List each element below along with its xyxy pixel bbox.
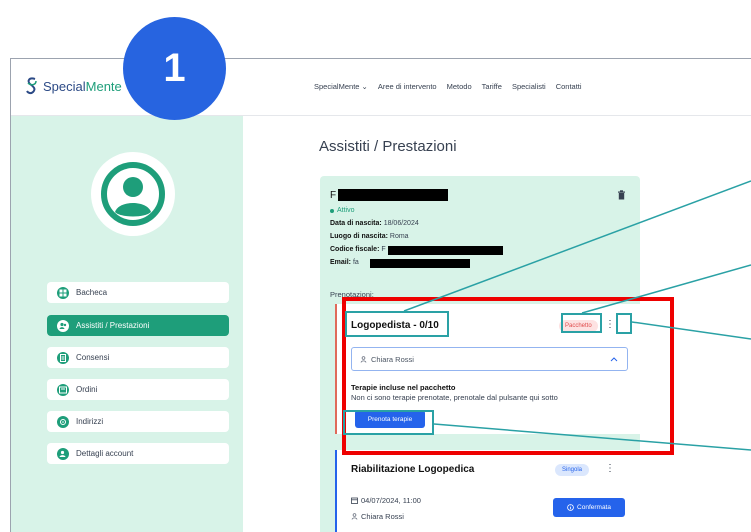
sidebar-item-label: Indirizzi bbox=[76, 417, 104, 426]
logo-text-prefix: Special bbox=[43, 78, 86, 94]
step-number-badge: 1 bbox=[123, 17, 226, 120]
booking-datetime: 04/07/2024, 11:00 bbox=[351, 496, 421, 505]
more-options-icon[interactable]: ⋮ bbox=[605, 464, 615, 474]
datetime-value: 04/07/2024, 11:00 bbox=[361, 496, 421, 505]
tax-code-line: Codice fiscale: F bbox=[330, 246, 386, 253]
patient-name: F bbox=[330, 190, 337, 201]
sidebar-item-label: Assistiti / Prestazioni bbox=[76, 321, 150, 330]
logo[interactable]: Special Mente bbox=[25, 76, 122, 96]
account-sidebar: Bacheca Assistiti / Prestazioni Consensi… bbox=[11, 116, 243, 532]
patient-status: Attivo bbox=[330, 207, 355, 214]
location-pin-icon bbox=[57, 415, 69, 428]
sidebar-item-label: Bacheca bbox=[76, 288, 108, 297]
users-icon bbox=[57, 319, 69, 332]
sidebar-item-consensi[interactable]: Consensi bbox=[47, 347, 229, 368]
birth-date-value: 18/06/2024 bbox=[383, 220, 419, 227]
redaction-bar bbox=[370, 259, 470, 268]
sidebar-item-ordini[interactable]: Ordini bbox=[47, 379, 229, 400]
birth-place-value: Roma bbox=[389, 233, 409, 240]
user-avatar-icon bbox=[101, 162, 165, 226]
badge-callout-box bbox=[561, 313, 602, 333]
redaction-bar bbox=[388, 246, 503, 255]
birth-date-line: Data di nascita: 18/06/2024 bbox=[330, 220, 419, 227]
nav-links: SpecialMente ⌄ Aree di intervento Metodo… bbox=[314, 82, 582, 91]
screenshot-canvas: Special Mente SpecialMente ⌄ Aree di inte… bbox=[0, 0, 751, 532]
button-callout-box bbox=[343, 410, 434, 435]
tax-code-value: F bbox=[381, 246, 386, 253]
account-settings-icon bbox=[57, 447, 69, 460]
title-callout-box bbox=[345, 311, 449, 337]
sidebar-item-indirizzi[interactable]: Indirizzi bbox=[47, 411, 229, 432]
nav-specialmente[interactable]: SpecialMente ⌄ bbox=[314, 82, 368, 91]
sidebar-item-dettagli-account[interactable]: Dettagli account bbox=[47, 443, 229, 464]
email-label: Email: bbox=[330, 259, 352, 266]
top-navbar: Special Mente SpecialMente ⌄ Aree di inte… bbox=[11, 59, 751, 116]
redaction-bar bbox=[338, 189, 448, 201]
sidebar-item-bacheca[interactable]: Bacheca bbox=[47, 282, 229, 303]
sidebar-item-label: Ordini bbox=[76, 385, 98, 394]
birth-place-label: Luogo di nascita: bbox=[330, 233, 388, 240]
status-text: Attivo bbox=[337, 207, 355, 214]
nav-tariffe[interactable]: Tariffe bbox=[482, 82, 502, 91]
email-line: Email: fa bbox=[330, 259, 359, 266]
tax-code-label: Codice fiscale: bbox=[330, 246, 380, 253]
page-title: Assistiti / Prestazioni bbox=[319, 138, 457, 155]
document-icon bbox=[57, 351, 69, 364]
status-dot-icon bbox=[330, 208, 334, 213]
sidebar-item-assistiti[interactable]: Assistiti / Prestazioni bbox=[47, 315, 229, 336]
logo-mark-icon bbox=[26, 77, 37, 95]
booking-therapist: Chiara Rossi bbox=[351, 512, 404, 521]
nav-specialisti[interactable]: Specialisti bbox=[512, 82, 546, 91]
confirmed-status-button[interactable]: Confermata bbox=[553, 498, 625, 517]
trash-icon[interactable] bbox=[617, 190, 626, 200]
therapist-name: Chiara Rossi bbox=[361, 512, 404, 521]
single-booking-card: Riabilitazione Logopedica Singola ⋮ 04/0… bbox=[335, 450, 640, 532]
birth-place-line: Luogo di nascita: Roma bbox=[330, 233, 409, 240]
sidebar-item-label: Dettagli account bbox=[76, 449, 134, 458]
logo-text-accent: Mente bbox=[85, 78, 122, 94]
nav-contatti[interactable]: Contatti bbox=[556, 82, 582, 91]
info-circle-icon bbox=[567, 504, 574, 511]
nav-aree-intervento[interactable]: Aree di intervento bbox=[378, 82, 437, 91]
status-button-label: Confermata bbox=[577, 504, 611, 511]
sidebar-item-label: Consensi bbox=[76, 353, 110, 362]
menu-callout-box bbox=[616, 313, 632, 334]
email-value: fa bbox=[352, 259, 359, 266]
avatar bbox=[91, 152, 175, 236]
dashboard-icon bbox=[57, 286, 69, 299]
birth-date-label: Data di nascita: bbox=[330, 220, 382, 227]
orders-icon bbox=[57, 383, 69, 396]
booking-title: Riabilitazione Logopedica bbox=[351, 464, 475, 475]
single-type-badge: Singola bbox=[555, 464, 590, 476]
user-icon bbox=[351, 513, 358, 520]
nav-metodo[interactable]: Metodo bbox=[447, 82, 472, 91]
calendar-icon bbox=[351, 497, 358, 504]
